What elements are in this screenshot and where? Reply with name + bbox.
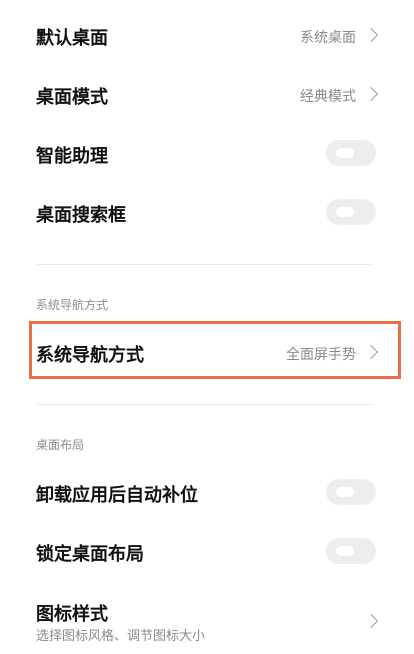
default-desktop-value: 系统桌面 bbox=[300, 30, 356, 46]
divider bbox=[36, 404, 374, 405]
auto-fill-label: 卸载应用后自动补位 bbox=[36, 485, 198, 506]
desktop-mode-value: 经典模式 bbox=[300, 89, 356, 105]
icon-style-label: 图标样式 bbox=[36, 604, 108, 625]
toggle-knob bbox=[336, 487, 354, 497]
nav-mode-label: 系统导航方式 bbox=[36, 345, 144, 366]
desktop-search-row: 桌面搜索框 bbox=[0, 189, 414, 235]
chevron-right-icon bbox=[363, 344, 379, 360]
section-title-navigation: 系统导航方式 bbox=[36, 298, 109, 312]
desktop-mode-label: 桌面模式 bbox=[36, 87, 108, 108]
icon-style-subtitle: 选择图标风格、调节图标大小 bbox=[36, 629, 206, 644]
icon-style-row[interactable]: 图标样式 选择图标风格、调节图标大小 bbox=[0, 588, 414, 650]
desktop-search-label: 桌面搜索框 bbox=[36, 205, 126, 226]
chevron-right-icon bbox=[363, 27, 379, 43]
lock-layout-row: 锁定桌面布局 bbox=[0, 528, 414, 574]
desktop-search-toggle[interactable] bbox=[326, 199, 376, 225]
divider bbox=[36, 264, 374, 265]
lock-layout-label: 锁定桌面布局 bbox=[36, 544, 144, 565]
smart-assistant-label: 智能助理 bbox=[36, 146, 108, 167]
section-title-layout: 桌面布局 bbox=[36, 438, 85, 452]
lock-layout-toggle[interactable] bbox=[326, 538, 376, 564]
chevron-right-icon bbox=[363, 86, 379, 102]
desktop-mode-row[interactable]: 桌面模式 经典模式 bbox=[0, 71, 414, 117]
nav-mode-value: 全面屏手势 bbox=[286, 347, 356, 363]
default-desktop-row[interactable]: 默认桌面 系统桌面 bbox=[0, 12, 414, 58]
default-desktop-label: 默认桌面 bbox=[36, 28, 108, 49]
chevron-right-icon bbox=[363, 613, 379, 629]
toggle-knob bbox=[336, 546, 354, 556]
toggle-knob bbox=[336, 148, 354, 158]
nav-mode-row[interactable]: 系统导航方式 全面屏手势 bbox=[0, 329, 414, 375]
auto-fill-toggle[interactable] bbox=[326, 479, 376, 505]
auto-fill-row: 卸载应用后自动补位 bbox=[0, 469, 414, 515]
toggle-knob bbox=[336, 207, 354, 217]
smart-assistant-toggle[interactable] bbox=[326, 140, 376, 166]
smart-assistant-row: 智能助理 bbox=[0, 130, 414, 176]
